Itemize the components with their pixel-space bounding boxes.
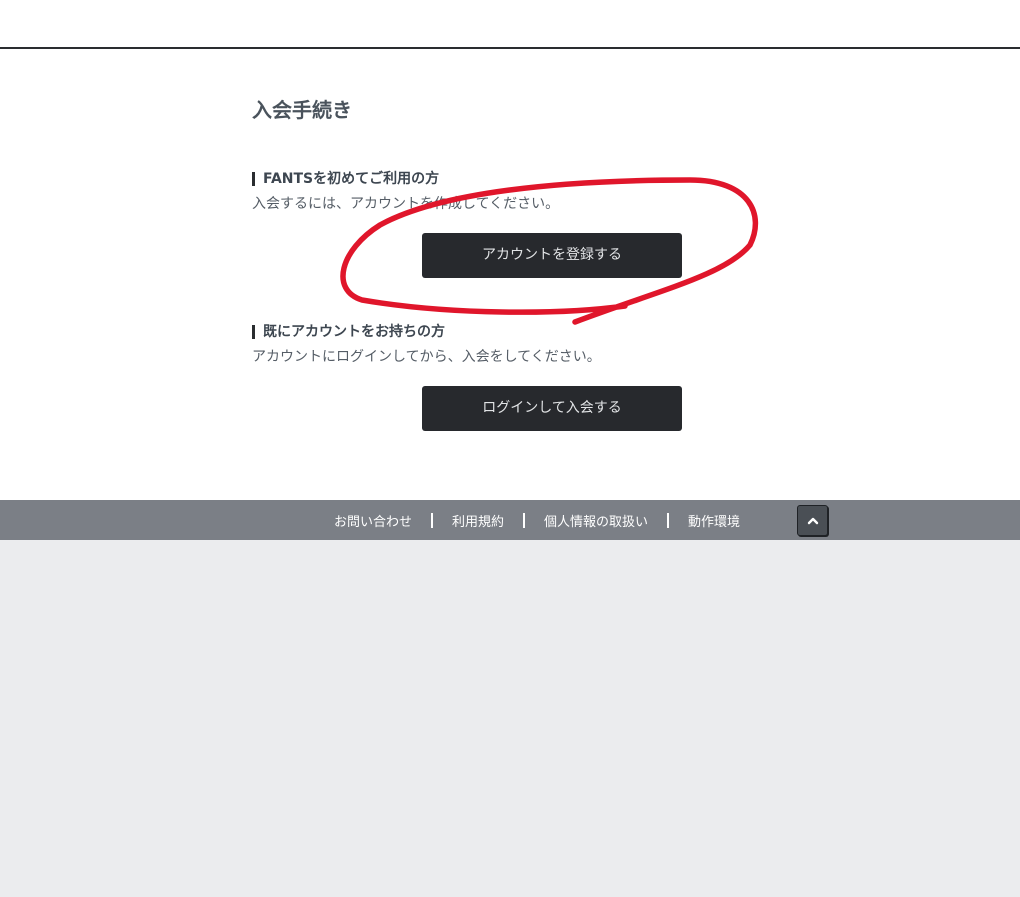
footer-divider [431,512,434,528]
footer-nav: お問い合わせ 利用規約 個人情報の取扱い 動作環境 [334,500,740,540]
new-user-heading: FANTSを初めてご利用の方 [252,172,439,186]
page-title: 入会手続き [252,98,352,122]
login-and-join-button[interactable]: ログインして入会する [422,386,682,431]
scroll-to-top-button[interactable] [797,505,828,536]
footer-divider [523,512,526,528]
footer-link-privacy[interactable]: 個人情報の取扱い [544,511,648,530]
page-background [0,540,1020,897]
footer-link-terms[interactable]: 利用規約 [452,511,504,530]
register-account-button[interactable]: アカウントを登録する [422,233,682,278]
footer-link-contact[interactable]: お問い合わせ [334,511,412,530]
existing-user-description: アカウントにログインしてから、入会をしてください。 [252,349,601,365]
new-user-description: 入会するには、アカウントを作成してください。 [252,196,560,212]
chevron-up-icon [807,517,818,524]
footer-link-environment[interactable]: 動作環境 [688,511,740,530]
footer-divider [667,512,670,528]
site-header [0,0,1020,49]
site-footer: お問い合わせ 利用規約 個人情報の取扱い 動作環境 [0,500,1020,540]
existing-user-heading: 既にアカウントをお持ちの方 [252,325,445,339]
